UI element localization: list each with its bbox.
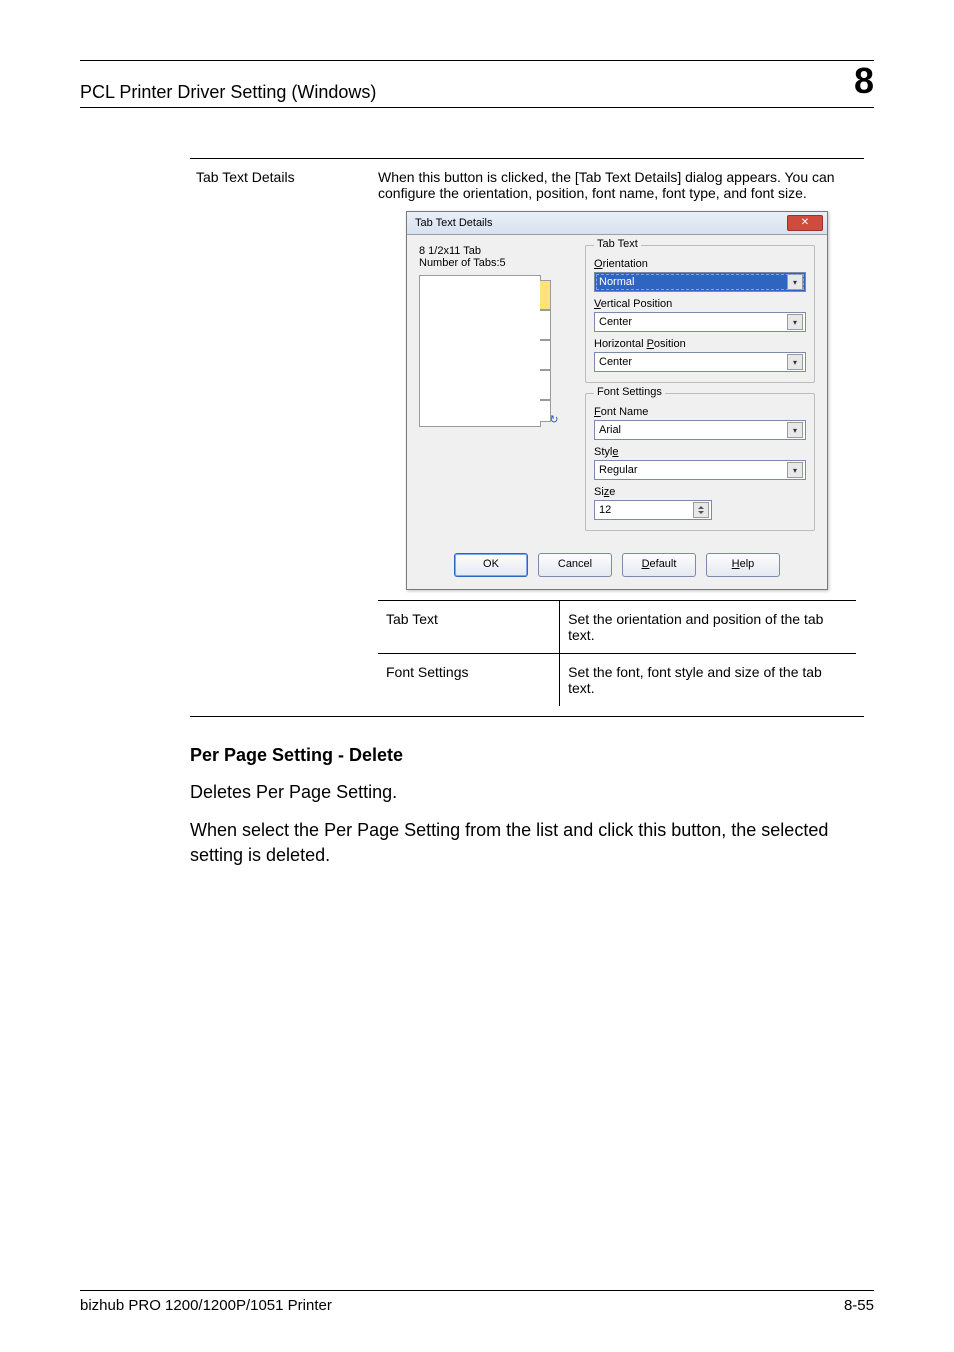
vpos-combo[interactable]: Center ▾ xyxy=(594,312,806,332)
cell-label: Tab Text xyxy=(378,601,560,654)
row-description: When this button is clicked, the [Tab Te… xyxy=(378,169,856,201)
page-preview xyxy=(419,275,541,427)
dialog-title: Tab Text Details xyxy=(415,217,492,229)
font-name-combo[interactable]: Arial ▾ xyxy=(594,420,806,440)
page-section-title: PCL Printer Driver Setting (Windows) xyxy=(80,82,376,103)
product-name: bizhub PRO 1200/1200P/1051 Printer xyxy=(80,1297,332,1314)
font-settings-group: Font Settings Font Name Arial ▾ Style Re… xyxy=(585,393,815,531)
font-style-combo[interactable]: Regular ▾ xyxy=(594,460,806,480)
font-size-label: Size xyxy=(594,486,806,498)
close-icon[interactable]: ✕ xyxy=(787,215,823,231)
chapter-number: 8 xyxy=(854,63,874,99)
row-label: Tab Text Details xyxy=(190,159,370,716)
chevron-down-icon: ▾ xyxy=(787,462,803,478)
group-legend: Tab Text xyxy=(594,238,641,250)
table-row: Tab Text Set the orientation and positio… xyxy=(378,601,856,654)
cancel-button[interactable]: Cancel xyxy=(538,553,612,577)
tab-count-label: Number of Tabs:5 xyxy=(419,257,569,269)
help-button[interactable]: Help xyxy=(706,553,780,577)
spinner-icon[interactable] xyxy=(693,502,709,518)
table-row: Font Settings Set the font, font style a… xyxy=(378,654,856,707)
orientation-label: Orientation xyxy=(594,258,806,270)
hpos-label: Horizontal Position xyxy=(594,338,806,350)
cell-label: Font Settings xyxy=(378,654,560,707)
ok-button[interactable]: OK xyxy=(454,553,528,577)
chevron-down-icon: ▾ xyxy=(787,314,803,330)
section-heading: Per Page Setting - Delete xyxy=(190,745,874,766)
font-size-spinner[interactable]: 12 xyxy=(594,500,712,520)
body-paragraph: Deletes Per Page Setting. xyxy=(190,780,864,804)
font-name-label: Font Name xyxy=(594,406,806,418)
paper-size-label: 8 1/2x11 Tab xyxy=(419,245,569,257)
cell-desc: Set the orientation and position of the … xyxy=(560,601,856,654)
group-legend: Font Settings xyxy=(594,386,665,398)
hpos-combo[interactable]: Center ▾ xyxy=(594,352,806,372)
chevron-down-icon: ▾ xyxy=(787,354,803,370)
vpos-label: Vertical Position xyxy=(594,298,806,310)
page-number: 8-55 xyxy=(844,1297,874,1314)
tab-text-group: Tab Text Orientation Normal ▾ Vertical P… xyxy=(585,245,815,383)
tab-text-details-table: Tab Text Details When this button is cli… xyxy=(190,158,864,717)
tab-text-details-dialog: Tab Text Details ✕ 8 1/2x11 Tab Number o… xyxy=(406,211,828,590)
inner-settings-table: Tab Text Set the orientation and positio… xyxy=(378,600,856,706)
cell-desc: Set the font, font style and size of the… xyxy=(560,654,856,707)
font-style-label: Style xyxy=(594,446,806,458)
default-button[interactable]: Default xyxy=(622,553,696,577)
dialog-titlebar: Tab Text Details ✕ xyxy=(407,212,827,235)
chevron-down-icon: ▾ xyxy=(787,422,803,438)
body-paragraph: When select the Per Page Setting from th… xyxy=(190,818,864,867)
orientation-combo[interactable]: Normal ▾ xyxy=(594,272,806,292)
chevron-down-icon: ▾ xyxy=(787,274,803,290)
